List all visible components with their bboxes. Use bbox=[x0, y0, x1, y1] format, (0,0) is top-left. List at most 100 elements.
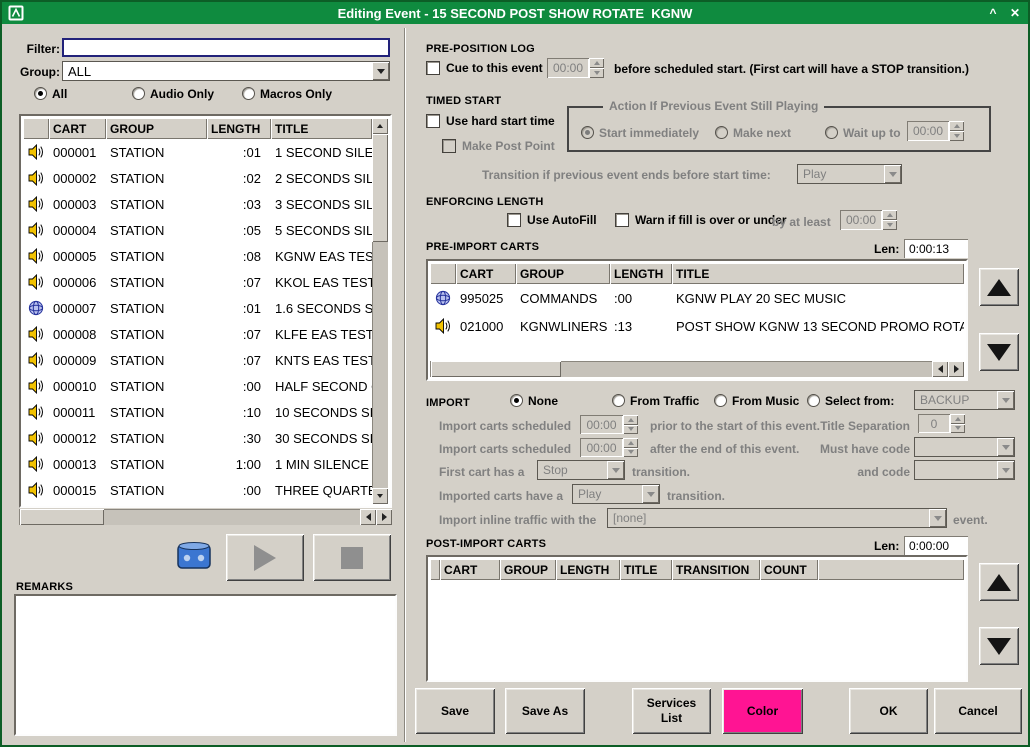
radio-all[interactable] bbox=[34, 87, 47, 100]
ok-button[interactable]: OK bbox=[849, 688, 928, 734]
transition-if-ends-label: Transition if previous event ends before… bbox=[482, 168, 771, 182]
radio-make-next[interactable] bbox=[715, 126, 728, 139]
spin-down-icon[interactable] bbox=[950, 424, 965, 434]
spin-down-icon[interactable] bbox=[623, 425, 638, 435]
save-as-button[interactable]: Save As bbox=[505, 688, 585, 734]
scroll-left-icon[interactable] bbox=[932, 361, 948, 377]
scroll-right-icon[interactable] bbox=[376, 509, 392, 525]
table-row[interactable]: 000002STATION:022 SECONDS SILE bbox=[23, 165, 372, 191]
select-from-select[interactable]: BACKUP bbox=[914, 390, 1015, 410]
sched-after-spinner[interactable]: 00:00 bbox=[580, 438, 638, 457]
close-button[interactable]: ✕ bbox=[1006, 4, 1024, 22]
scroll-down-icon[interactable] bbox=[372, 488, 388, 504]
save-button[interactable]: Save bbox=[415, 688, 495, 734]
color-button[interactable]: Color bbox=[722, 688, 803, 734]
warn-fill-checkbox[interactable] bbox=[615, 213, 629, 227]
table-row[interactable]: 000015STATION:00THREE QUARTER bbox=[23, 477, 372, 503]
hscroll-thumb[interactable] bbox=[20, 509, 104, 525]
first-cart-transition-select[interactable]: Stop bbox=[537, 460, 625, 480]
use-autofill-checkbox[interactable] bbox=[507, 213, 521, 227]
remarks-textarea[interactable] bbox=[14, 594, 397, 736]
radio-from-traffic[interactable] bbox=[612, 394, 625, 407]
table-row[interactable]: 000006STATION:07KKOL EAS TEST I bbox=[23, 269, 372, 295]
speaker-icon bbox=[23, 482, 49, 498]
table-row[interactable]: 000012STATION:3030 SECONDS SILE bbox=[23, 425, 372, 451]
services-list-button[interactable]: Services List bbox=[632, 688, 711, 734]
post-import-move-down-button[interactable] bbox=[979, 627, 1019, 665]
must-have-code-select[interactable] bbox=[914, 437, 1015, 457]
speaker-icon bbox=[23, 274, 49, 290]
table-row[interactable]: 021000KGNWLINERS:13POST SHOW KGNW 13 SEC… bbox=[430, 312, 964, 340]
pre-position-section-label: PRE-POSITION LOG bbox=[426, 43, 535, 55]
pre-import-move-up-button[interactable] bbox=[979, 268, 1019, 306]
table-row[interactable]: 000003STATION:033 SECONDS SILE bbox=[23, 191, 372, 217]
table-row[interactable]: 000004STATION:055 SECONDS SILE bbox=[23, 217, 372, 243]
radio-import-none[interactable] bbox=[510, 394, 523, 407]
pre-import-hscrollbar[interactable] bbox=[430, 361, 964, 377]
cart-number: 000008 bbox=[49, 327, 106, 342]
pre-import-move-down-button[interactable] bbox=[979, 333, 1019, 371]
by-at-least-spinner[interactable]: 00:00 bbox=[840, 210, 897, 230]
make-post-point-checkbox[interactable] bbox=[442, 139, 456, 153]
cue-to-event-checkbox[interactable] bbox=[426, 61, 440, 75]
table-row[interactable]: 000009STATION:07KNTS EAS TEST I bbox=[23, 347, 372, 373]
stop-button[interactable] bbox=[313, 534, 391, 581]
title-separation-spinner[interactable]: 0 bbox=[918, 414, 965, 433]
cancel-button[interactable]: Cancel bbox=[934, 688, 1022, 734]
vscroll-thumb[interactable] bbox=[372, 134, 388, 242]
transition-if-ends-select[interactable]: Play bbox=[797, 164, 902, 184]
table-row[interactable]: 000005STATION:08KGNW EAS TEST bbox=[23, 243, 372, 269]
radio-macros-only[interactable] bbox=[242, 87, 255, 100]
title-bar[interactable]: Editing Event - 15 SECOND POST SHOW ROTA… bbox=[2, 2, 1028, 24]
post-import-move-up-button[interactable] bbox=[979, 563, 1019, 601]
scroll-left-icon[interactable] bbox=[360, 509, 376, 525]
wait-up-to-spinner[interactable]: 00:00 bbox=[907, 121, 964, 141]
spin-down-icon[interactable] bbox=[882, 220, 897, 230]
spin-up-icon[interactable] bbox=[589, 58, 604, 68]
spin-down-icon[interactable] bbox=[589, 68, 604, 78]
cart-library-vscrollbar[interactable] bbox=[372, 118, 388, 504]
cue-time-spinner[interactable]: 00:00 bbox=[547, 58, 604, 78]
editing-event-dialog: Editing Event - 15 SECOND POST SHOW ROTA… bbox=[0, 0, 1030, 747]
scroll-right-icon[interactable] bbox=[948, 361, 964, 377]
hard-start-checkbox[interactable] bbox=[426, 114, 440, 128]
action-if-playing-groupbox: Action If Previous Event Still Playing S… bbox=[567, 106, 991, 152]
cart-library-hscrollbar[interactable] bbox=[19, 509, 392, 525]
shade-button[interactable]: ^ bbox=[984, 4, 1002, 22]
radio-start-immediately[interactable] bbox=[581, 126, 594, 139]
spin-up-icon[interactable] bbox=[949, 121, 964, 131]
radio-from-music[interactable] bbox=[714, 394, 727, 407]
cart-title: HALF SECOND OF bbox=[271, 379, 372, 394]
radio-audio-only[interactable] bbox=[132, 87, 145, 100]
group-select[interactable]: ALL bbox=[62, 61, 390, 81]
table-row[interactable]: 000013STATION1:001 MIN SILENCE bbox=[23, 451, 372, 477]
table-row[interactable]: 000008STATION:07KLFE EAS TEST IN bbox=[23, 321, 372, 347]
spin-up-icon[interactable] bbox=[950, 414, 965, 424]
table-row[interactable]: 000001STATION:011 SECOND SILEN bbox=[23, 139, 372, 165]
table-row[interactable]: 995025COMMANDS:00KGNW PLAY 20 SEC MUSIC bbox=[430, 284, 964, 312]
filter-input[interactable] bbox=[62, 38, 390, 57]
radio-select-from[interactable] bbox=[807, 394, 820, 407]
spin-up-icon[interactable] bbox=[882, 210, 897, 220]
spin-up-icon[interactable] bbox=[623, 438, 638, 448]
imported-carts-transition-select[interactable]: Play bbox=[572, 484, 660, 504]
cart-icon[interactable] bbox=[174, 538, 214, 574]
play-button[interactable] bbox=[226, 534, 304, 581]
sched-prior-spinner[interactable]: 00:00 bbox=[580, 415, 638, 434]
table-row[interactable]: 000007STATION:011.6 SECONDS SIL bbox=[23, 295, 372, 321]
table-row[interactable]: 000010STATION:00HALF SECOND OF bbox=[23, 373, 372, 399]
speaker-icon bbox=[23, 144, 49, 160]
post-import-rows bbox=[430, 580, 964, 678]
spin-down-icon[interactable] bbox=[623, 448, 638, 458]
and-code-select[interactable] bbox=[914, 460, 1015, 480]
hscroll-thumb[interactable] bbox=[431, 361, 561, 377]
spin-up-icon[interactable] bbox=[623, 415, 638, 425]
inline-traffic-select[interactable]: [none] bbox=[607, 508, 947, 528]
radio-wait-up-to[interactable] bbox=[825, 126, 838, 139]
cart-length: :00 bbox=[207, 483, 271, 498]
cart-title: KGNW EAS TEST bbox=[271, 249, 372, 264]
spin-down-icon[interactable] bbox=[949, 131, 964, 141]
scroll-up-icon[interactable] bbox=[372, 118, 388, 134]
table-row[interactable]: 000011STATION:1010 SECONDS SILE bbox=[23, 399, 372, 425]
cue-to-event-label: Cue to this event bbox=[446, 61, 543, 75]
